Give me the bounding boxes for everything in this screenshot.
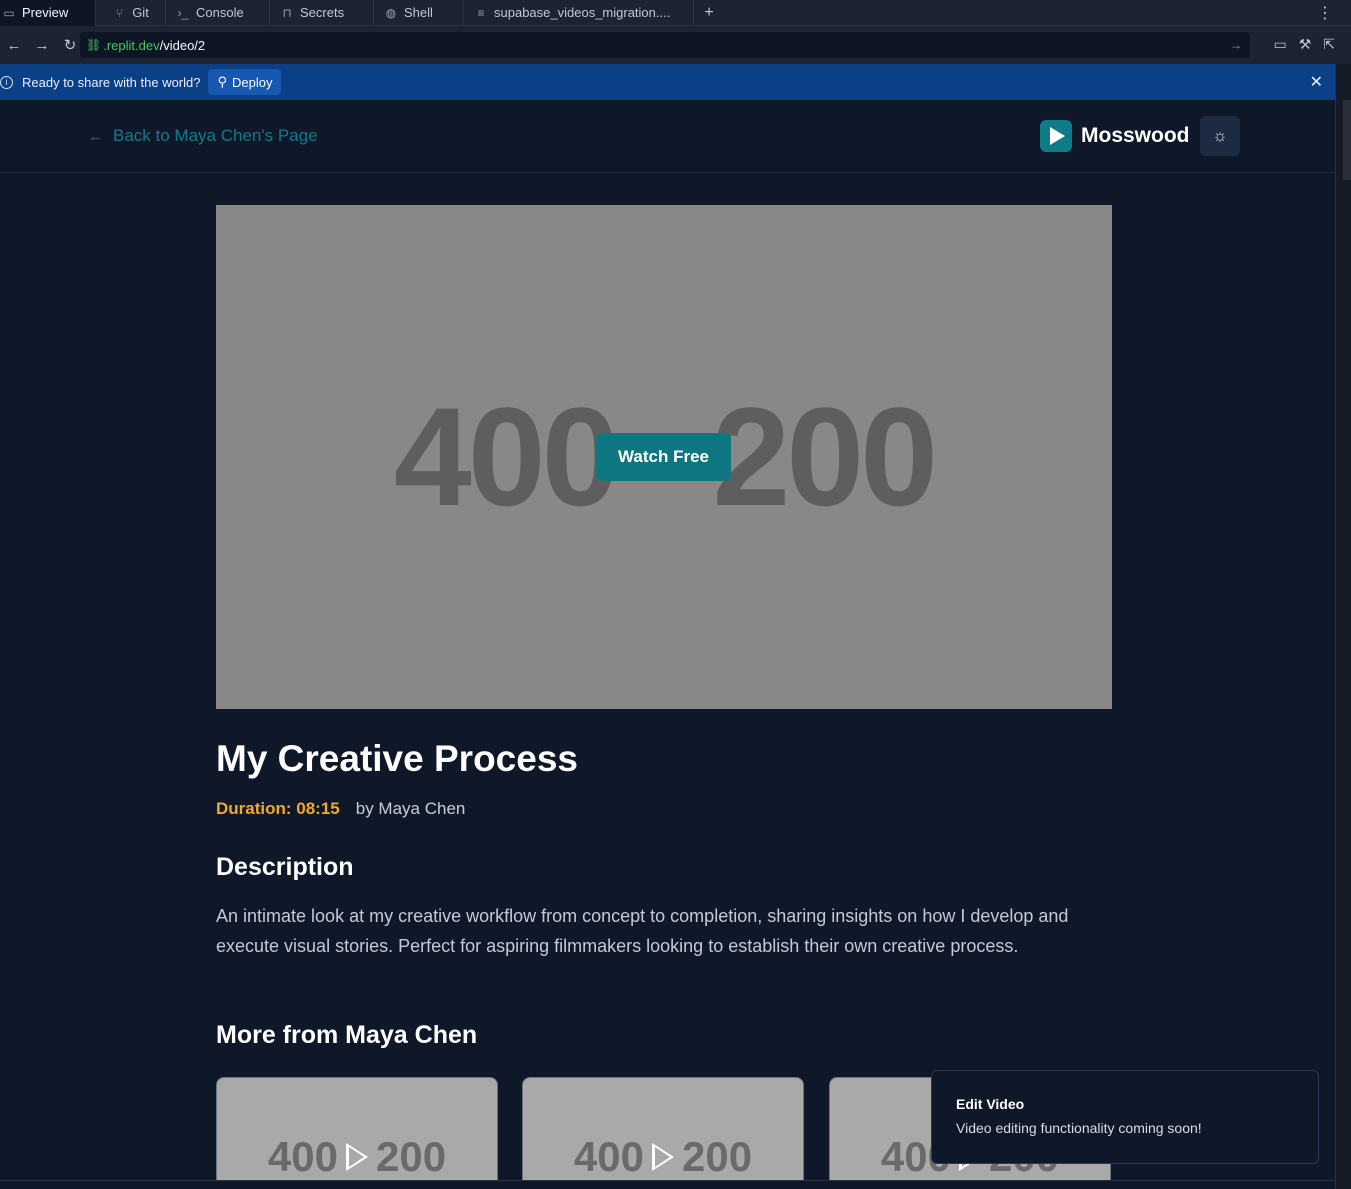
duration-label: Duration: 08:15 <box>216 799 340 818</box>
tab-secrets[interactable]: ⊓ Secrets <box>270 0 374 26</box>
tab-git[interactable]: ⑂ Git <box>96 0 166 26</box>
open-external-icon[interactable]: ⇱ <box>1323 36 1335 53</box>
scrollbar-track[interactable] <box>1335 64 1351 1189</box>
more-options-button[interactable]: ⋮ <box>1317 0 1333 26</box>
related-video-card[interactable]: 400 200 <box>216 1077 498 1187</box>
arrow-left-icon: ← <box>6 36 22 54</box>
watch-free-button[interactable]: Watch Free <box>596 433 731 481</box>
url-host: .replit.dev <box>103 37 160 53</box>
back-link-label: Back to Maya Chen's Page <box>113 126 318 145</box>
placeholder-width: 400 <box>393 378 620 535</box>
tab-preview[interactable]: ▭ Preview <box>0 0 96 26</box>
add-tab-button[interactable]: + <box>694 0 724 26</box>
thumbnail-width: 400 <box>573 1133 644 1180</box>
scrollbar-thumb[interactable] <box>1343 100 1351 180</box>
toast-notification[interactable]: Edit Video Video editing functionality c… <box>931 1070 1319 1164</box>
arrow-left-icon: ← <box>88 127 103 145</box>
go-arrow-icon[interactable]: → <box>1230 38 1242 52</box>
related-video-card[interactable]: 400 200 <box>522 1077 804 1187</box>
rocket-icon: ⚲ <box>217 74 228 89</box>
shell-icon: ◍ <box>385 5 397 20</box>
placeholder-height: 200 <box>712 378 938 535</box>
url-path: /video/2 <box>159 37 206 53</box>
info-icon: i <box>0 75 13 89</box>
deploy-label: Deploy <box>232 74 273 90</box>
video-title: My Creative Process <box>216 738 578 779</box>
terminal-icon: ›_ <box>177 5 189 20</box>
card-thumbnail: 400 200 <box>217 1133 497 1181</box>
thumbnail-height: 200 <box>376 1133 447 1180</box>
tab-label: supabase_videos_migration.... <box>494 5 671 20</box>
play-icon <box>346 1143 368 1171</box>
author-byline: by Maya Chen <box>355 799 466 818</box>
site-header: ← Back to Maya Chen's Page Mosswood ☼ <box>0 100 1335 173</box>
ide-tab-bar: ▭ Preview ⑂ Git ›_ Console ⊓ Secrets ◍ S… <box>0 0 1351 26</box>
theme-toggle-button[interactable]: ☼ <box>1200 116 1240 156</box>
lock-icon: ⊓ <box>282 5 292 20</box>
wrench-icon[interactable]: ⚒ <box>1299 36 1312 53</box>
monitor-icon: ▭ <box>3 5 15 20</box>
link-icon: ⛓ <box>86 38 102 52</box>
tab-label: Console <box>196 5 244 20</box>
url-tools: ▭ ⚒ ⇱ <box>1273 36 1335 53</box>
thumbnail-width: 400 <box>267 1133 338 1180</box>
reload-icon: ↻ <box>63 37 77 54</box>
close-icon[interactable]: ✕ <box>1310 72 1323 92</box>
more-vertical-icon: ⋮ <box>1317 5 1333 22</box>
database-icon: ≡ <box>477 5 485 20</box>
forward-button[interactable]: → <box>28 31 56 59</box>
description-heading: Description <box>216 853 354 881</box>
arrow-right-icon: → <box>34 36 50 54</box>
card-thumbnail: 400 200 <box>523 1133 803 1181</box>
tab-label: Secrets <box>300 5 345 20</box>
tab-label: Preview <box>22 5 69 20</box>
more-from-heading: More from Maya Chen <box>216 1021 478 1049</box>
tab-label: Git <box>132 5 149 20</box>
tab-console[interactable]: ›_ Console <box>166 0 270 26</box>
tab-supabase-migration[interactable]: ≡ supabase_videos_migration.... <box>464 0 694 26</box>
git-icon: ⑂ <box>115 5 123 20</box>
description-text: An intimate look at my creative workflow… <box>216 906 1069 956</box>
brand-name: Mosswood <box>1081 124 1190 147</box>
plus-icon: + <box>704 3 714 21</box>
devices-icon[interactable]: ▭ <box>1273 36 1286 53</box>
tab-shell[interactable]: ◍ Shell <box>374 0 464 26</box>
banner-text: Ready to share with the world? <box>22 74 201 90</box>
deploy-banner: i Ready to share with the world? ⚲ Deplo… <box>0 64 1335 100</box>
play-icon <box>652 1143 674 1171</box>
toast-title: Edit Video <box>956 1096 1025 1112</box>
video-player[interactable]: 400 × 200 Watch Free <box>216 205 1112 709</box>
url-field[interactable]: ⛓ .replit.dev/video/2 → <box>80 32 1250 58</box>
tab-label: Shell <box>404 5 433 20</box>
brand[interactable]: Mosswood <box>1040 120 1190 152</box>
toast-body: Video editing functionality coming soon! <box>956 1120 1202 1136</box>
video-meta: Duration: 08:15 by Maya Chen <box>216 799 465 819</box>
back-link[interactable]: ← Back to Maya Chen's Page <box>88 126 318 146</box>
bottom-border <box>0 1180 1335 1189</box>
play-logo-icon <box>1040 120 1072 152</box>
thumbnail-height: 200 <box>682 1133 753 1180</box>
preview-url-bar: ← → ↻ ⛓ .replit.dev/video/2 → ▭ ⚒ ⇱ <box>0 26 1351 64</box>
sun-icon: ☼ <box>1212 126 1228 145</box>
back-button[interactable]: ← <box>0 31 28 59</box>
deploy-button[interactable]: ⚲ Deploy <box>208 69 282 95</box>
